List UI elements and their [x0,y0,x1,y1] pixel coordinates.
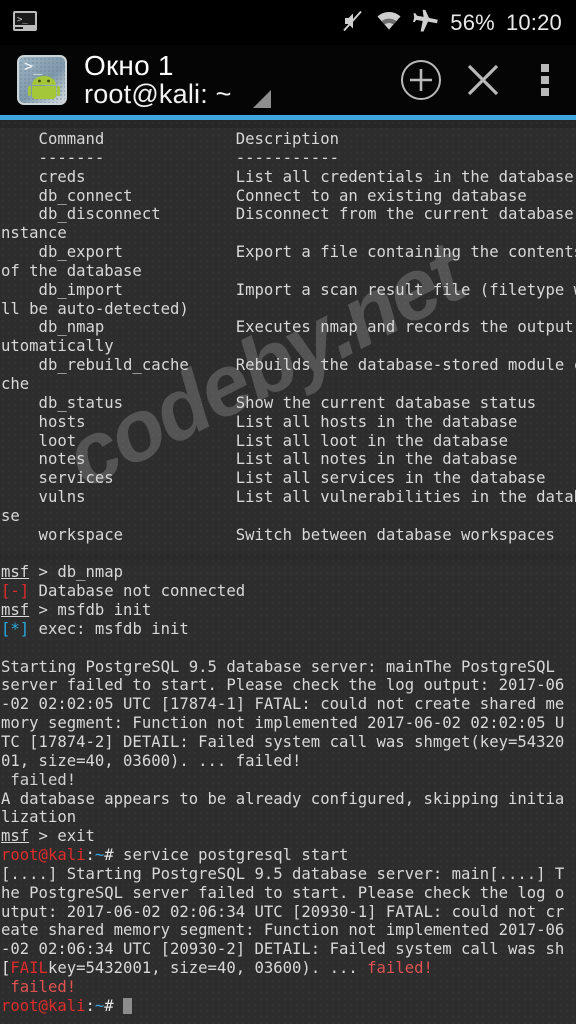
terminal-line: -02 02:06:34 UTC [20930-2] DETAIL: Faile… [1,940,565,959]
dropdown-triangle-icon[interactable] [253,90,272,109]
terminal-line: msf > msfdb init [1,601,152,620]
window-subtitle: root@kali: ~ [84,78,232,109]
terminal-notification-icon: >_ [12,9,38,37]
terminal-line: db_status Show the current database stat… [1,393,537,412]
mute-icon [341,9,365,37]
terminal-line: [....] Starting PostgreSQL 9.5 database … [1,864,565,883]
terminal-line: hosts List all hosts in the database [1,412,518,431]
phone-screen: >_ 56% 10:20 >_ Окно 1 root@kali: ~ code… [0,0,576,1024]
terminal-line: notes List all notes in the database [1,450,518,469]
terminal-line: 01, size=40, 03600). ... failed! [1,751,302,770]
three-dots-vertical-icon [541,64,549,96]
overflow-menu-button[interactable] [514,45,576,115]
terminal-output: Command Description ------- ----------- … [0,120,576,1016]
terminal-line: che [1,374,30,393]
terminal-line: db_disconnect Disconnect from the curren… [1,205,576,224]
terminal-line: of the database [1,261,142,280]
terminal-line: lization [1,808,77,827]
title-bar-actions [390,45,576,115]
terminal-line: msf > db_nmap [1,563,124,582]
terminal-line: services List all services in the databa… [1,469,546,488]
terminal-line: failed! [10,977,77,996]
terminal-line: [-] Database not connected [1,582,246,601]
status-bar-right: 56% 10:20 [341,9,562,37]
android-status-bar: >_ 56% 10:20 [0,0,576,45]
terminal-line: failed! [10,770,77,789]
terminal-view[interactable]: codeby.net Command Description ------- -… [0,120,576,1024]
window-title-block[interactable]: Окно 1 root@kali: ~ [84,49,272,109]
terminal-line: utomatically [1,337,114,356]
terminal-line: TC [17874-2] DETAIL: Failed system call … [1,733,565,751]
terminal-line: loot List all loot in the database [1,431,508,450]
terminal-line: se [1,506,20,525]
terminal-line: ll be auto-detected) [1,299,189,318]
terminal-line: mory segment: Function not implemented 2… [1,714,565,733]
terminal-line: ------- ----------- [1,148,339,167]
terminal-line: db_connect Connect to an existing databa… [1,186,527,205]
airplane-mode-icon [413,9,439,37]
terminal-line: msf > exit [1,827,95,846]
text-cursor [123,997,133,1014]
terminal-line: server failed to start. Please check the… [1,676,565,695]
terminal-line: workspace Switch between database worksp… [1,525,555,544]
android-robot-icon [28,76,60,99]
new-window-button[interactable] [390,45,452,115]
terminal-line: -02 02:02:05 UTC [17874-1] FATAL: could … [1,695,565,714]
android-terminal-icon: >_ [17,55,67,105]
terminal-line: Starting PostgreSQL 9.5 database server:… [1,657,565,676]
plus-circle-icon [401,60,441,100]
terminal-line: he PostgreSQL server failed to start. Pl… [1,883,565,902]
terminal-line: db_nmap Executes nmap and records the ou… [1,318,576,337]
terminal-line: vulns List all vulnerabilities in the da… [1,488,576,507]
terminal-line: utput: 2017-06-02 02:06:34 UTC [20930-1]… [1,902,565,921]
svg-text:>_: >_ [17,15,28,25]
terminal-line: eate shared memory segment: Function not… [1,921,565,940]
terminal-line: A database appears to be already configu… [1,789,565,808]
terminal-line: [*] exec: msfdb init [1,619,189,638]
battery-percent: 56% [450,9,495,35]
wifi-icon [376,10,402,36]
terminal-line: root@kali:~# [1,997,576,1016]
terminal-line: [FAILkey=5432001, size=40, 03600). ... f… [1,959,433,978]
terminal-line: db_import Import a scan result file (fil… [1,280,576,299]
close-window-button[interactable] [452,45,514,115]
terminal-line: Command Description [1,130,339,148]
clock: 10:20 [505,9,562,35]
terminal-line: creds List all credentials in the databa… [1,167,574,186]
terminal-line: db_export Export a file containing the c… [1,243,576,262]
terminal-line: root@kali:~# service postgresql start [1,846,349,865]
status-bar-left: >_ [12,9,38,37]
app-title-bar: >_ Окно 1 root@kali: ~ [0,45,576,115]
terminal-line: nstance [1,224,67,243]
close-x-icon [467,64,499,96]
window-title: Окно 1 [84,49,174,81]
terminal-line: db_rebuild_cache Rebuilds the database-s… [1,356,576,375]
icon-prompt-glyph: >_ [24,57,43,75]
